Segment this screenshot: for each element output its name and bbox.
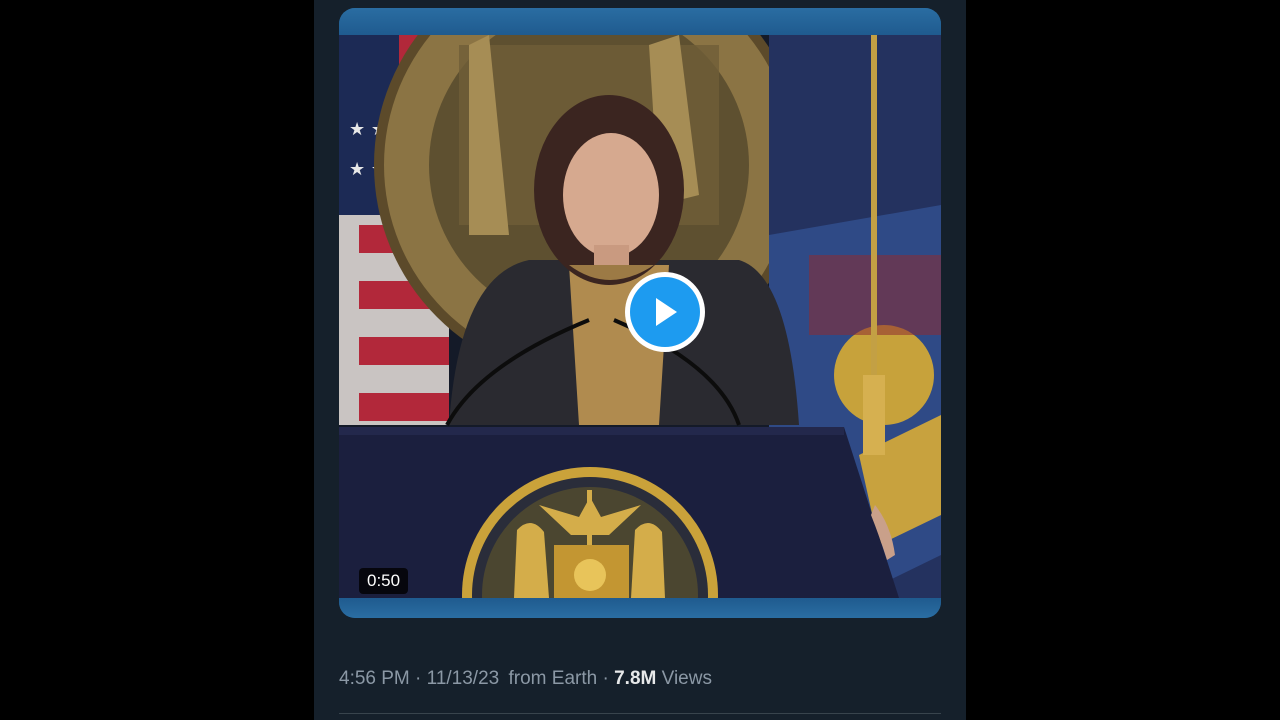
play-icon (656, 298, 677, 326)
post-meta: 4:56 PM · 11/13/23 from Earth · 7.8M Vie… (339, 668, 712, 690)
post-source: from Earth (508, 668, 598, 689)
video-duration-badge: 0:50 (359, 568, 409, 594)
video-bottom-band (339, 598, 941, 618)
podium-graphic (339, 427, 899, 598)
post-date[interactable]: 11/13/23 (427, 668, 500, 689)
play-button[interactable] (625, 272, 705, 352)
meta-separator: · (415, 668, 422, 689)
meta-separator: · (602, 668, 609, 689)
divider (339, 713, 941, 714)
views-count[interactable]: 7.8M (614, 668, 656, 689)
views-label[interactable]: Views (662, 668, 712, 689)
post-time[interactable]: 4:56 PM (339, 668, 410, 689)
post-panel: ★ ★ ★ ★ 0:50 4:56 PM · 11/13/23 from Ear… (314, 0, 966, 720)
video-player[interactable]: ★ ★ ★ ★ 0:50 (339, 8, 941, 618)
video-top-band (339, 8, 941, 35)
